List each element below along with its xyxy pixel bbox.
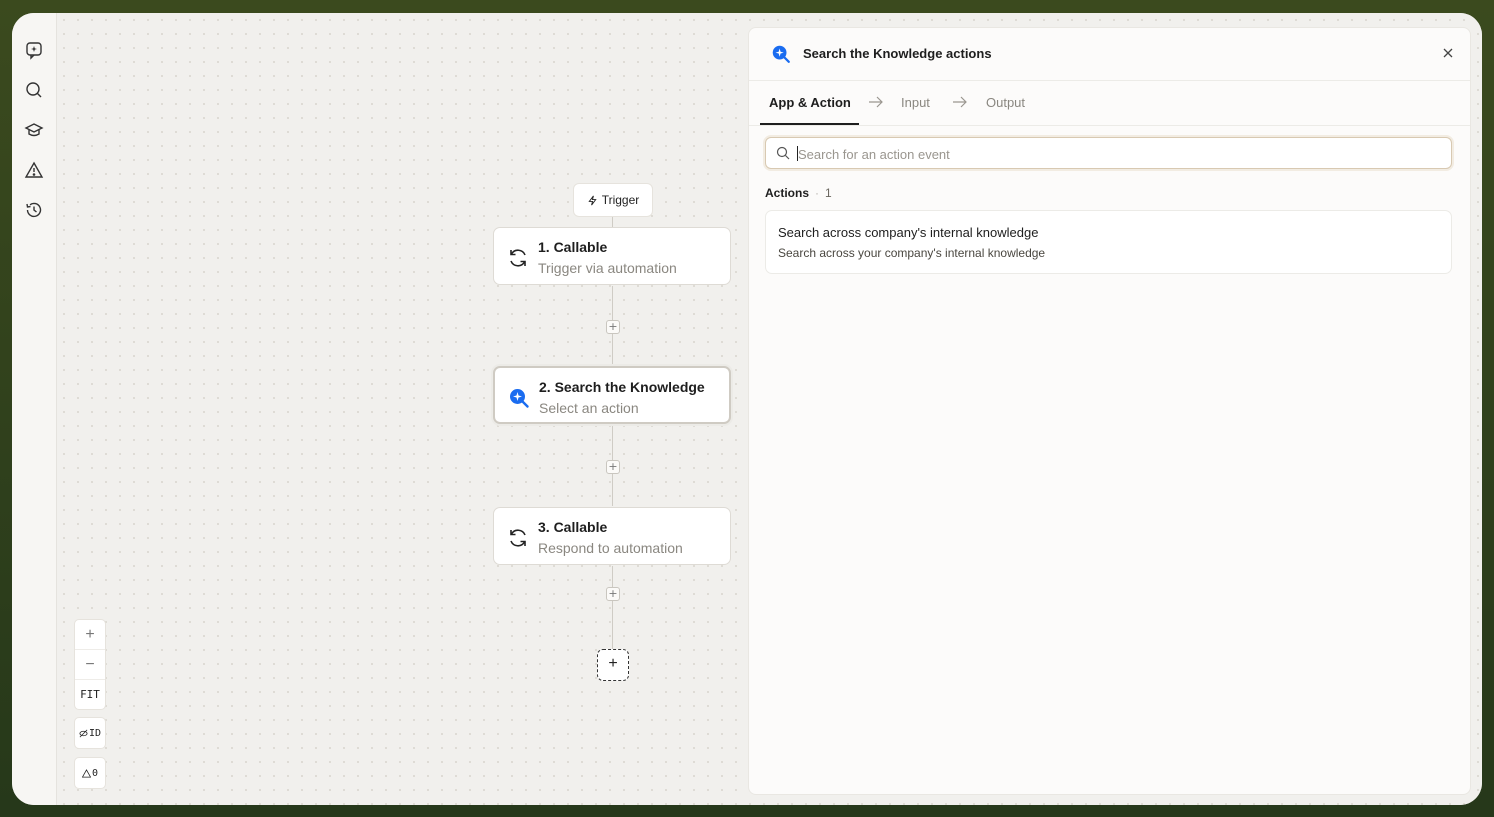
graduation-cap-icon[interactable] xyxy=(24,120,44,140)
refresh-icon xyxy=(510,249,526,267)
knowledge-search-icon xyxy=(510,389,529,408)
node-subtitle: Select an action xyxy=(539,400,639,416)
zoom-out-button[interactable]: − xyxy=(75,650,105,680)
close-icon[interactable] xyxy=(1440,45,1456,61)
action-panel: Search the Knowledge actions App & Actio… xyxy=(748,27,1471,795)
warnings-button[interactable]: 0 xyxy=(74,757,106,789)
text-caret xyxy=(797,146,798,161)
insert-step-button[interactable]: + xyxy=(606,320,620,334)
warnings-count: 0 xyxy=(91,767,99,779)
node-title: 3. Callable xyxy=(538,519,608,535)
warning-icon[interactable] xyxy=(24,160,44,180)
action-item[interactable]: Search across company's internal knowled… xyxy=(765,210,1452,274)
active-tab-indicator xyxy=(760,123,859,125)
search-icon[interactable] xyxy=(24,80,44,100)
action-description: Search across your company's internal kn… xyxy=(778,246,1046,260)
trigger-chip-label: Trigger xyxy=(601,193,640,207)
refresh-icon xyxy=(510,529,526,547)
zoom-controls: + − FIT xyxy=(74,619,106,710)
separator-dot: · xyxy=(815,186,820,200)
sparkle-chat-icon[interactable] xyxy=(24,40,44,60)
tab-app-action[interactable]: App & Action xyxy=(769,95,851,110)
action-search-input[interactable] xyxy=(796,142,1440,166)
action-title: Search across company's internal knowled… xyxy=(778,225,1039,240)
insert-step-button[interactable]: + xyxy=(606,460,620,474)
trigger-chip[interactable]: Trigger xyxy=(573,183,653,217)
insert-step-button[interactable]: + xyxy=(606,587,620,601)
arrow-right-icon xyxy=(953,96,967,108)
tab-input[interactable]: Input xyxy=(901,95,930,110)
toggle-ids-label: ID xyxy=(88,727,102,739)
workflow-node-1[interactable]: 1. Callable Trigger via automation xyxy=(493,227,731,285)
lightning-icon xyxy=(588,195,597,205)
eye-off-icon xyxy=(79,729,88,737)
history-icon[interactable] xyxy=(24,200,44,220)
node-title: 2. Search the Knowledge xyxy=(539,379,705,395)
node-subtitle: Respond to automation xyxy=(538,540,683,556)
node-subtitle: Trigger via automation xyxy=(538,260,677,276)
actions-header: Actions · 1 xyxy=(765,186,832,200)
workflow-node-3[interactable]: 3. Callable Respond to automation xyxy=(493,507,731,565)
left-rail xyxy=(12,13,57,805)
node-title: 1. Callable xyxy=(538,239,608,255)
knowledge-search-icon xyxy=(772,45,790,63)
actions-label: Actions xyxy=(765,186,810,200)
tab-output[interactable]: Output xyxy=(986,95,1025,110)
connector-line xyxy=(612,566,613,649)
workflow-node-2[interactable]: 2. Search the Knowledge Select an action xyxy=(493,366,731,424)
warning-icon xyxy=(81,768,91,778)
actions-count: 1 xyxy=(825,186,832,200)
app-frame: Trigger 1. Callable Trigger via automati… xyxy=(12,13,1482,805)
add-step-button[interactable]: + xyxy=(597,649,629,681)
step-tabs: App & Action Input Output xyxy=(749,81,1470,126)
zoom-in-button[interactable]: + xyxy=(75,620,105,650)
action-search-box[interactable] xyxy=(765,137,1452,169)
arrow-right-icon xyxy=(869,96,883,108)
toggle-ids-button[interactable]: ID xyxy=(74,717,106,749)
panel-header: Search the Knowledge actions xyxy=(749,28,1470,81)
fit-view-button[interactable]: FIT xyxy=(75,680,105,709)
search-icon xyxy=(776,146,790,160)
panel-title: Search the Knowledge actions xyxy=(803,46,992,61)
